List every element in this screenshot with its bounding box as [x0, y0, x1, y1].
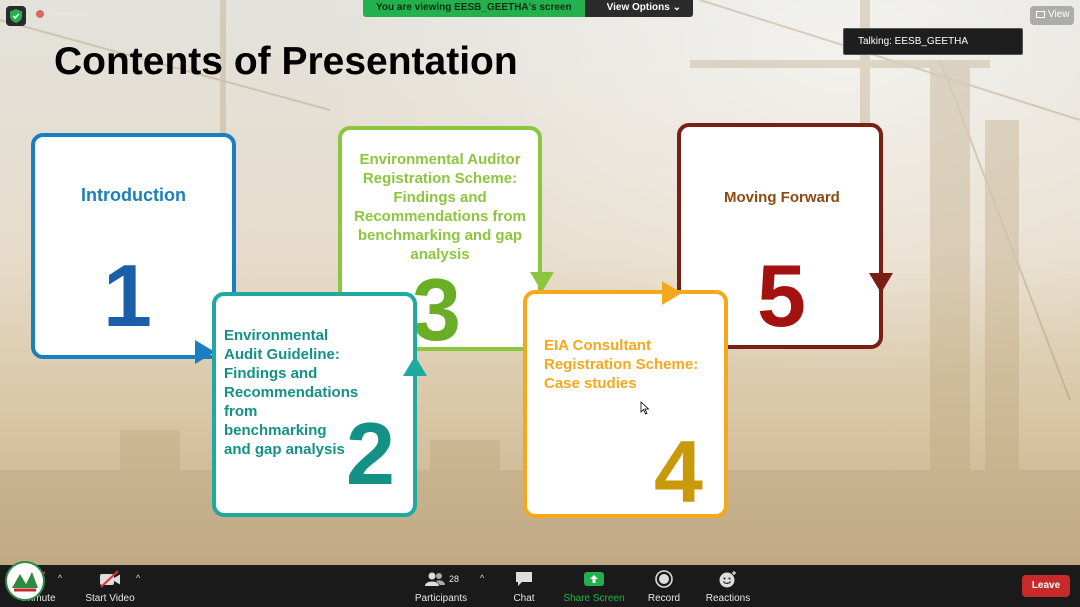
grid-view-icon: [1036, 11, 1045, 18]
mouse-cursor-icon: [640, 401, 650, 415]
view-button[interactable]: View: [1030, 6, 1074, 25]
organization-logo: [5, 561, 45, 601]
item-5-label: Moving Forward: [724, 189, 840, 206]
item-1-label: Introduction: [81, 185, 186, 205]
view-options-button[interactable]: View Options ⌄: [584, 0, 693, 17]
slide-title: Contents of Presentation: [54, 40, 518, 83]
item-1-number: 1: [103, 246, 152, 345]
record-icon: [655, 570, 673, 588]
viewing-screen-label: You are viewing EESB_GEETHA's screen: [363, 0, 585, 17]
item-5-number: 5: [757, 246, 806, 345]
chat-button[interactable]: Chat: [510, 569, 538, 605]
arrow-4-to-5-icon: [662, 281, 682, 305]
arrow-2-to-3-icon: [403, 356, 427, 376]
leave-button[interactable]: Leave: [1022, 575, 1070, 597]
reactions-button[interactable]: Reactions: [704, 569, 752, 605]
chevron-down-icon: ⌄: [672, 2, 681, 13]
item-3-label: Environmental Auditor Registration Schem…: [354, 151, 526, 263]
recording-dot-icon: [36, 10, 44, 18]
participants-button[interactable]: 28 Participants: [414, 569, 468, 605]
item-3-number: 3: [412, 260, 461, 359]
start-video-button[interactable]: Start Video: [84, 569, 136, 605]
participants-options-caret[interactable]: ^: [480, 573, 484, 583]
item-2-label: Environmental Audit Guideline: Findings …: [224, 327, 359, 458]
item-4-number: 4: [654, 422, 703, 521]
shared-screen-slide: Contents of Presentation Introduction 1 …: [0, 0, 1080, 565]
chat-icon: [516, 572, 532, 586]
reactions-smiley-icon: [719, 571, 736, 588]
participants-icon: [424, 572, 445, 586]
meeting-toolbar: Unmute ^ Start Video ^ 28 Participants ^: [0, 565, 1080, 607]
video-camera-off-icon: [100, 570, 120, 588]
video-options-caret[interactable]: ^: [136, 573, 140, 583]
arrow-5-down-icon: [869, 273, 893, 293]
share-screen-button[interactable]: Share Screen: [563, 569, 625, 605]
shield-icon: [10, 9, 22, 23]
screen-share-banner: You are viewing EESB_GEETHA's screen Vie…: [363, 0, 693, 17]
item-4-label: EIA Consultant Registration Scheme: Case…: [544, 337, 699, 392]
item-2-number: 2: [346, 404, 395, 503]
share-screen-icon: [584, 572, 604, 586]
record-button[interactable]: Record: [646, 569, 682, 605]
participants-count: 28: [448, 574, 459, 584]
arrow-3-to-4-icon: [530, 272, 554, 292]
recording-indicator: Recording: [36, 9, 89, 19]
talking-indicator: Talking: EESB_GEETHA: [843, 28, 1023, 55]
security-shield-button[interactable]: [6, 6, 26, 26]
audio-options-caret[interactable]: ^: [58, 573, 62, 583]
